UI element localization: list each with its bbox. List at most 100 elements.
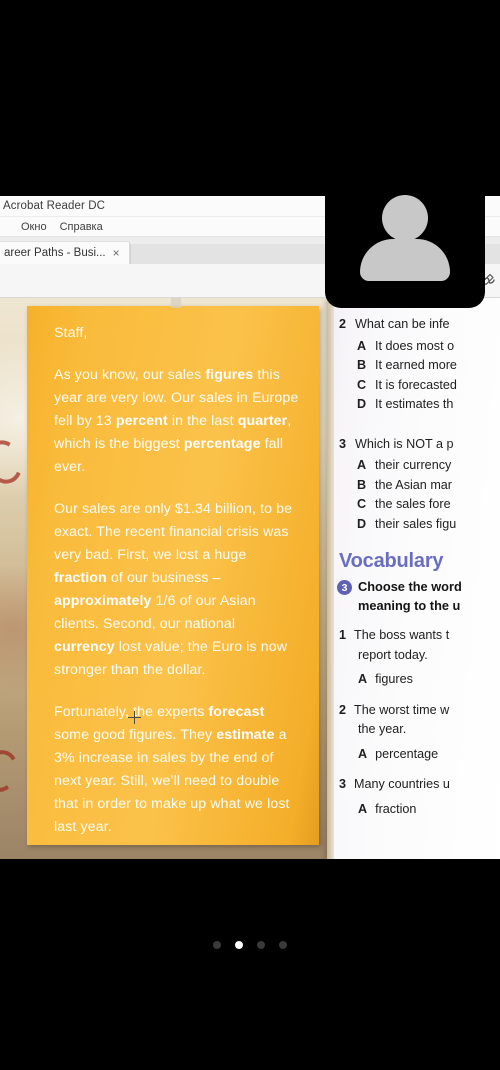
question-2-option-a[interactable]: A It does most o [335, 337, 500, 357]
vocab-term: quarter [237, 413, 288, 429]
option-text: It does most o [375, 338, 455, 353]
page-dot[interactable] [257, 941, 265, 949]
page-dot[interactable] [213, 941, 221, 949]
decorative-swirl-icon [0, 435, 28, 489]
avatar [359, 195, 451, 281]
vocabulary-item: 3 Many countries u A fraction [335, 775, 500, 819]
option-text: percentage [375, 746, 439, 761]
option-letter: A [357, 338, 367, 353]
letter-body: Staff, As you know, our sales figures th… [54, 322, 299, 839]
menu-item-truncated[interactable] [2, 221, 8, 233]
vocabulary-item-option-a[interactable]: A percentage [335, 745, 500, 765]
question-gap [335, 415, 500, 424]
question-2-stem: 2 What can be infe [335, 315, 500, 335]
question-2-option-c[interactable]: C It is forecasted [335, 376, 500, 396]
decorative-swirl-icon [0, 746, 22, 796]
letter-text: Our sales are only $1.34 billion, to be … [54, 501, 293, 563]
item-stem-line-1: The boss wants t [354, 628, 450, 643]
option-text: It estimates th [375, 397, 454, 412]
option-letter: A [357, 458, 367, 473]
vocabulary-item-stem: 1 The boss wants t [335, 626, 500, 646]
option-letter: A [358, 801, 368, 816]
document-tab[interactable]: areer Paths - Busi... × [0, 241, 130, 264]
vocab-term: approximately [54, 593, 152, 609]
question-2-option-b[interactable]: B It earned more [335, 356, 500, 376]
page-dot-active[interactable] [235, 941, 243, 949]
question-3-option-d[interactable]: D their sales figu [335, 515, 500, 535]
question-3-number: 3 [339, 436, 347, 451]
vocabulary-instruction: 3 Choose the word meaning to the u [335, 578, 500, 615]
pdf-viewport[interactable]: Staff, As you know, our sales figures th… [0, 298, 500, 859]
option-letter: A [358, 746, 368, 761]
instruction-line-2: meaning to the u [358, 597, 461, 613]
vocab-term: currency [54, 639, 115, 655]
item-stem-line-2: report today. [358, 647, 428, 662]
letter-text: of our business – [106, 570, 221, 586]
avatar-body [360, 239, 450, 281]
reading-questions: 2 What can be infe A It does most o B It… [335, 315, 500, 534]
document-tab-label: areer Paths - Busi... [4, 247, 106, 259]
vocabulary-instruction-text: Choose the word meaning to the u [358, 578, 462, 615]
vocab-term: figures [205, 367, 254, 383]
option-text: figures [375, 672, 413, 687]
item-stem-line-2: the year. [358, 722, 407, 737]
vocab-term: fraction [54, 570, 107, 586]
item-stem-line-1: The worst time w [354, 702, 450, 717]
question-3-text: Which is NOT a p [355, 436, 454, 451]
option-letter: B [357, 477, 367, 492]
question-2-number: 2 [339, 317, 347, 331]
letter-text: in the last [167, 413, 238, 429]
question-2-option-d[interactable]: D It estimates th [335, 395, 500, 415]
mouse-cursor [128, 711, 141, 724]
menu-item-help[interactable]: Справка [60, 221, 103, 233]
letter-paragraph: Fortunately, the experts forecast some g… [54, 701, 299, 839]
option-text: their currency [375, 458, 452, 473]
avatar-head [382, 195, 428, 241]
item-number: 3 [339, 777, 347, 792]
question-3-option-b[interactable]: B the Asian mar [335, 476, 500, 496]
vocabulary-item-option-a[interactable]: A figures [335, 670, 500, 690]
close-icon[interactable]: × [113, 247, 120, 259]
vocab-term: percent [115, 413, 168, 429]
vocabulary-heading: Vocabulary [339, 550, 444, 573]
page-notch [171, 298, 181, 308]
vocabulary-item-stem: 3 Many countries u [335, 775, 500, 795]
app-title: Acrobat Reader DC [3, 200, 106, 212]
option-text: the sales fore [375, 497, 451, 512]
question-3-option-a[interactable]: A their currency [335, 456, 500, 476]
letter-paragraph: As you know, our sales figures this year… [54, 364, 299, 479]
instruction-line-1: Choose the word [358, 579, 462, 595]
option-text: It earned more [375, 358, 457, 373]
letter-paragraph: Our sales are only $1.34 billion, to be … [54, 498, 299, 682]
page-dot[interactable] [279, 941, 287, 949]
question-3-option-c[interactable]: C the sales fore [335, 495, 500, 515]
letter-text: As you know, our sales [54, 367, 206, 383]
letter-salutation: Staff, [54, 325, 88, 341]
vocabulary-items: 1 The boss wants t report today. A figur… [335, 626, 500, 819]
question-3-stem: 3 Which is NOT a p [335, 435, 500, 455]
vocab-term: forecast [208, 704, 265, 720]
option-text: fraction [375, 801, 417, 816]
vocabulary-item-option-a[interactable]: A fraction [335, 800, 500, 820]
option-letter: C [357, 377, 367, 392]
option-text: It is forecasted [375, 377, 457, 392]
letter-text: a 3% increase in sales by the end of nex… [54, 727, 290, 835]
vocabulary-item-stem: 2 The worst time w [335, 701, 500, 721]
option-letter: D [357, 397, 367, 412]
item-number: 2 [339, 702, 347, 717]
option-text: the Asian mar [375, 477, 453, 492]
option-letter: D [357, 516, 367, 531]
page-spine [327, 298, 334, 859]
vocabulary-item: 2 The worst time w the year. A percentag… [335, 701, 500, 765]
vocab-term: percentage [183, 436, 261, 452]
item-stem-line-1: Many countries u [354, 777, 450, 792]
pdf-page-right[interactable]: 2 What can be infe A It does most o B It… [327, 298, 500, 859]
person-avatar-icon[interactable] [325, 168, 485, 308]
exercise-number-badge: 3 [337, 580, 352, 596]
menu-item-window[interactable]: Окно [21, 221, 47, 233]
vocab-term: estimate [216, 727, 275, 743]
vocabulary-item: 1 The boss wants t report today. A figur… [335, 626, 500, 690]
page-indicator-dots[interactable] [0, 941, 500, 949]
pdf-page-left[interactable]: Staff, As you know, our sales figures th… [27, 298, 319, 845]
item-number: 1 [339, 628, 347, 643]
